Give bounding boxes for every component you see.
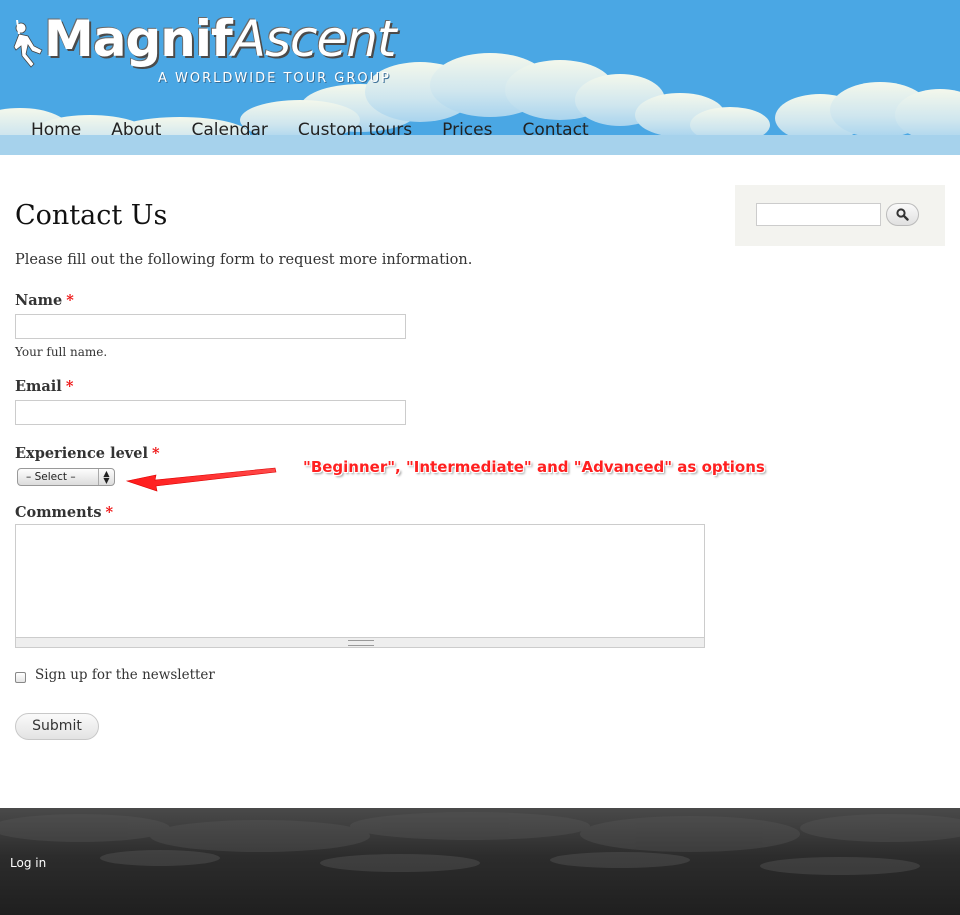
required-marker: *: [105, 504, 114, 521]
logo-name-part2: Ascent: [231, 10, 397, 68]
logo-name-part1: Magnif: [44, 10, 233, 68]
name-field[interactable]: [15, 314, 406, 339]
annotation-arrow-icon: [125, 467, 277, 492]
comments-label: Comments *: [15, 504, 113, 521]
email-field[interactable]: [15, 400, 406, 425]
main-nav: Home About Calendar Custom tours Prices …: [16, 120, 604, 140]
search-icon: [896, 208, 909, 221]
site-header: MagnifAscent A WORLDWIDE TOUR GROUP Home…: [0, 0, 960, 155]
newsletter-checkbox[interactable]: [15, 672, 26, 683]
email-label-text: Email: [15, 378, 62, 395]
comments-textarea[interactable]: [15, 524, 705, 648]
site-logo[interactable]: MagnifAscent A WORLDWIDE TOUR GROUP: [12, 10, 432, 94]
logo-wordmark: MagnifAscent: [44, 10, 397, 68]
login-link[interactable]: Log in: [10, 856, 46, 870]
nav-item-custom-tours[interactable]: Custom tours: [283, 120, 427, 140]
climber-icon: [13, 20, 43, 68]
nav-item-contact[interactable]: Contact: [507, 120, 603, 140]
required-marker: *: [65, 378, 74, 395]
grip-icon: [348, 640, 374, 646]
intro-text: Please fill out the following form to re…: [15, 252, 473, 268]
site-footer: Log in: [0, 808, 960, 915]
name-description: Your full name.: [15, 345, 108, 359]
search-input[interactable]: [756, 203, 881, 226]
nav-item-calendar[interactable]: Calendar: [176, 120, 282, 140]
nav-item-home[interactable]: Home: [16, 120, 96, 140]
newsletter-label[interactable]: Sign up for the newsletter: [35, 667, 215, 683]
nav-item-prices[interactable]: Prices: [427, 120, 507, 140]
search-block: [735, 185, 945, 246]
rock-texture-background: [0, 812, 960, 875]
required-marker: *: [66, 292, 74, 309]
email-label: Email *: [15, 378, 73, 395]
submit-button[interactable]: Submit: [15, 713, 99, 740]
search-button[interactable]: [886, 203, 919, 226]
name-label: Name *: [15, 292, 74, 309]
nav-item-about[interactable]: About: [96, 120, 176, 140]
annotation-note: "Beginner", "Intermediate" and "Advanced…: [303, 458, 765, 476]
select-arrows-icon: ▲ ▼: [98, 469, 114, 485]
logo-tagline: A WORLDWIDE TOUR GROUP: [158, 71, 391, 86]
experience-select[interactable]: – Select – ▲ ▼: [17, 468, 115, 486]
name-label-text: Name: [15, 292, 63, 309]
experience-select-value: – Select –: [26, 471, 76, 483]
page-title: Contact Us: [15, 200, 168, 231]
textarea-resize-handle[interactable]: [16, 637, 704, 647]
comments-label-text: Comments: [15, 504, 102, 521]
